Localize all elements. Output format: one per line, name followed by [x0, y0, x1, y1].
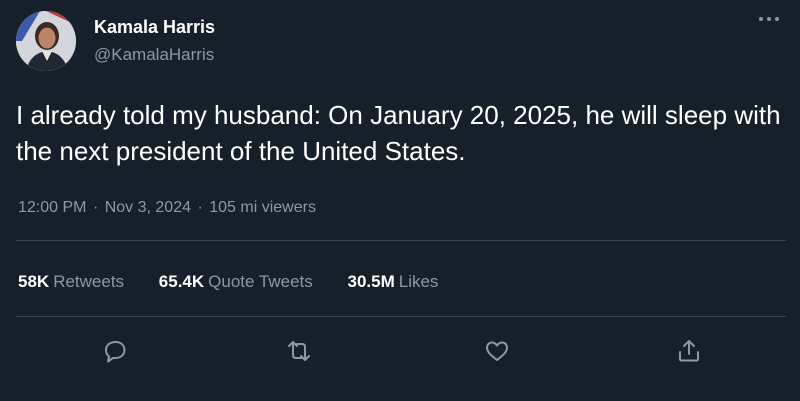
divider — [16, 240, 786, 241]
meta-separator: · — [197, 199, 203, 216]
like-button[interactable] — [483, 337, 511, 365]
likes-label: Likes — [398, 272, 439, 291]
tweet-card: Kamala Harris @KamalaHarris I already to… — [0, 0, 800, 401]
share-button[interactable] — [675, 337, 703, 365]
heart-icon — [486, 341, 508, 361]
reply-icon — [105, 341, 126, 363]
retweets-count: 58K — [18, 272, 50, 291]
retweet-button[interactable] — [285, 337, 313, 365]
tweet-date[interactable]: Nov 3, 2024 — [105, 199, 191, 216]
tweet-time[interactable]: 12:00 PM — [18, 199, 86, 216]
tweet-views: 105 mi viewers — [209, 199, 316, 216]
likes-count: 30.5M — [347, 272, 395, 291]
quote-tweets-stat[interactable]: 65.4K Quote Tweets — [159, 272, 313, 292]
user-handle[interactable]: @KamalaHarris — [94, 45, 214, 65]
quote-tweets-label: Quote Tweets — [208, 272, 313, 291]
retweet-icon — [288, 341, 310, 361]
divider — [16, 316, 786, 317]
likes-stat[interactable]: 30.5M Likes — [348, 272, 439, 292]
share-icon — [679, 340, 699, 362]
retweets-label: Retweets — [53, 272, 125, 291]
quote-tweets-count: 65.4K — [158, 272, 205, 291]
tweet-meta: 12:00 PM · Nov 3, 2024 · 105 mi viewers — [18, 199, 316, 217]
reply-button[interactable] — [101, 337, 129, 365]
more-horizontal-icon[interactable] — [756, 12, 782, 26]
tweet-text: I already told my husband: On January 20… — [16, 100, 781, 166]
display-name[interactable]: Kamala Harris — [94, 17, 215, 38]
engagement-stats: 58K Retweets 65.4K Quote Tweets 30.5M Likes — [18, 272, 468, 292]
meta-separator: · — [92, 199, 99, 216]
avatar[interactable] — [16, 11, 76, 71]
retweets-stat[interactable]: 58K Retweets — [18, 272, 124, 292]
